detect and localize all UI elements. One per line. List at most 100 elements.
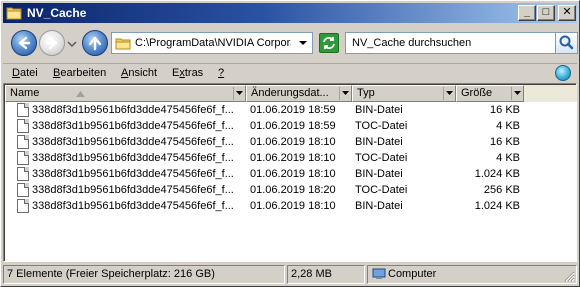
status-location-label: Computer	[388, 268, 437, 280]
file-icon	[17, 119, 29, 133]
chevron-down-icon	[446, 91, 453, 95]
column-label: Typ	[357, 87, 375, 99]
table-row[interactable]: 338d8f3d1b9561b6fd3dde475456fe6f_f... 01…	[5, 166, 577, 182]
column-label: Änderungsdat...	[251, 87, 329, 99]
menu-datei[interactable]: Datei	[12, 67, 38, 79]
column-label: Name	[10, 87, 40, 99]
file-date: 01.06.2019 18:59	[250, 120, 336, 132]
menu-ansicht[interactable]: Ansicht	[121, 67, 157, 79]
file-name[interactable]: 338d8f3d1b9561b6fd3dde475456fe6f_f...	[32, 182, 244, 198]
file-type: BIN-Datei	[355, 104, 403, 116]
refresh-button[interactable]	[319, 33, 339, 53]
file-size: 16 KB	[490, 104, 520, 116]
column-filter-dropdown[interactable]	[511, 87, 522, 100]
file-size: 1.024 KB	[474, 200, 520, 212]
table-row[interactable]: 338d8f3d1b9561b6fd3dde475456fe6f_f... 01…	[5, 118, 577, 134]
file-type: TOC-Datei	[355, 152, 408, 164]
search-icon	[559, 35, 574, 50]
file-size: 256 KB	[483, 184, 520, 196]
navigation-bar: C:\ProgramData\NVIDIA Corporat NV_Cache …	[3, 25, 578, 61]
maximize-button[interactable]: □	[537, 5, 555, 21]
table-row[interactable]: 338d8f3d1b9561b6fd3dde475456fe6f_f... 01…	[5, 198, 577, 214]
column-label: Größe	[461, 87, 493, 99]
refresh-icon	[323, 37, 335, 49]
file-icon	[17, 167, 29, 181]
file-icon	[17, 135, 29, 149]
file-name[interactable]: 338d8f3d1b9561b6fd3dde475456fe6f_f...	[32, 150, 244, 166]
title-bar[interactable]: NV_Cache _ □ ✕	[3, 3, 577, 23]
status-items-count: 7 Elemente (Freier Speicherplatz: 216 GB…	[3, 265, 285, 284]
file-type: BIN-Datei	[355, 168, 403, 180]
chevron-down-icon	[342, 91, 349, 95]
file-icon	[17, 103, 29, 117]
file-date: 01.06.2019 18:10	[250, 136, 336, 148]
file-date: 01.06.2019 18:10	[250, 152, 336, 164]
folder-icon	[6, 7, 22, 20]
window-title: NV_Cache	[27, 6, 87, 20]
file-icon	[17, 199, 29, 213]
file-name[interactable]: 338d8f3d1b9561b6fd3dde475456fe6f_f...	[32, 118, 244, 134]
back-arrow-icon	[18, 36, 31, 50]
table-row[interactable]: 338d8f3d1b9561b6fd3dde475456fe6f_f... 01…	[5, 182, 577, 198]
search-button[interactable]	[555, 33, 577, 53]
search-input[interactable]: NV_Cache durchsuchen	[352, 37, 471, 49]
table-row[interactable]: 338d8f3d1b9561b6fd3dde475456fe6f_f... 01…	[5, 150, 577, 166]
file-type: TOC-Datei	[355, 120, 408, 132]
table-row[interactable]: 338d8f3d1b9561b6fd3dde475456fe6f_f... 01…	[5, 134, 577, 150]
file-type: BIN-Datei	[355, 136, 403, 148]
column-filter-dropdown[interactable]	[233, 87, 244, 100]
search-box[interactable]: NV_Cache durchsuchen	[345, 32, 578, 54]
forward-button[interactable]	[39, 30, 65, 56]
computer-icon	[372, 268, 386, 279]
history-dropdown-icon[interactable]	[67, 39, 77, 49]
sort-ascending-icon	[76, 91, 85, 97]
back-button[interactable]	[11, 30, 37, 56]
close-button[interactable]: ✕	[558, 5, 576, 21]
address-dropdown-icon[interactable]	[296, 36, 310, 50]
file-list[interactable]: Name Änderungsdat... Typ Größe 338d8f3d1…	[3, 83, 577, 262]
menu-help[interactable]: ?	[218, 67, 224, 79]
file-size: 16 KB	[490, 136, 520, 148]
up-arrow-icon	[88, 36, 102, 51]
file-date: 01.06.2019 18:59	[250, 104, 336, 116]
file-date: 01.06.2019 18:10	[250, 168, 336, 180]
column-size[interactable]: Größe	[456, 85, 524, 102]
resize-grip-icon[interactable]	[563, 270, 575, 282]
menu-bar: Datei Bearbeiten Ansicht Extras ?	[3, 63, 577, 83]
file-name[interactable]: 338d8f3d1b9561b6fd3dde475456fe6f_f...	[32, 198, 244, 214]
column-header: Name Änderungsdat... Typ Größe	[5, 85, 577, 102]
folder-icon	[115, 38, 131, 50]
file-date: 01.06.2019 18:20	[250, 184, 336, 196]
address-bar[interactable]: C:\ProgramData\NVIDIA Corporat	[111, 32, 313, 54]
file-date: 01.06.2019 18:10	[250, 200, 336, 212]
file-size: 4 KB	[496, 120, 520, 132]
address-text[interactable]: C:\ProgramData\NVIDIA Corporat	[135, 37, 291, 49]
file-type: BIN-Datei	[355, 200, 403, 212]
status-total-size: 2,28 MB	[287, 265, 365, 284]
menu-extras[interactable]: Extras	[172, 67, 203, 79]
column-name[interactable]: Name	[5, 85, 246, 102]
forward-arrow-icon	[45, 36, 58, 50]
column-date[interactable]: Änderungsdat...	[246, 85, 352, 102]
status-location: Computer	[367, 265, 577, 284]
file-icon	[17, 183, 29, 197]
file-name[interactable]: 338d8f3d1b9561b6fd3dde475456fe6f_f...	[32, 102, 244, 118]
status-bar: 7 Elemente (Freier Speicherplatz: 216 GB…	[3, 264, 577, 284]
file-size: 1.024 KB	[474, 168, 520, 180]
file-name[interactable]: 338d8f3d1b9561b6fd3dde475456fe6f_f...	[32, 134, 244, 150]
table-row[interactable]: 338d8f3d1b9561b6fd3dde475456fe6f_f... 01…	[5, 102, 577, 118]
column-filter-dropdown[interactable]	[443, 87, 454, 100]
minimize-button[interactable]: _	[518, 5, 536, 21]
file-icon	[17, 151, 29, 165]
chevron-down-icon	[514, 91, 521, 95]
file-name[interactable]: 338d8f3d1b9561b6fd3dde475456fe6f_f...	[32, 166, 244, 182]
up-button[interactable]	[82, 30, 108, 56]
column-type[interactable]: Typ	[352, 85, 456, 102]
menu-bearbeiten[interactable]: Bearbeiten	[53, 67, 106, 79]
file-type: TOC-Datei	[355, 184, 408, 196]
explorer-window: NV_Cache _ □ ✕ C:\ProgramData\NVIDIA Cor…	[0, 0, 580, 287]
help-globe-icon[interactable]	[555, 65, 571, 81]
column-filter-dropdown[interactable]	[339, 87, 350, 100]
file-size: 4 KB	[496, 152, 520, 164]
chevron-down-icon	[236, 91, 243, 95]
